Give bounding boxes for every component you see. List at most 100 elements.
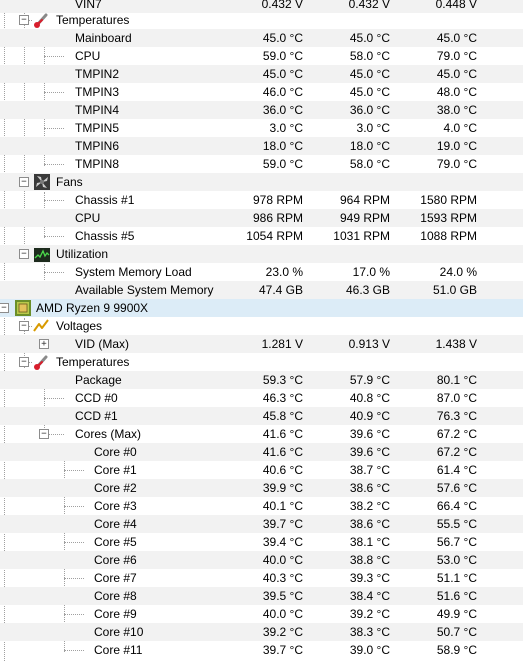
sensor-label: Core #7 bbox=[94, 571, 137, 585]
sensor-label: Package bbox=[75, 373, 122, 387]
sensor-row[interactable]: Core #0 41.6 °C 39.6 °C 67.2 °C bbox=[0, 443, 523, 461]
device-row-cpu[interactable]: − AMD Ryzen 9 9900X bbox=[0, 299, 523, 317]
sensor-max: 66.4 °C bbox=[436, 499, 477, 513]
sensor-max: 1.438 V bbox=[435, 337, 477, 351]
sensor-label: Core #8 bbox=[94, 589, 137, 603]
sensor-row[interactable]: Mainboard 45.0 °C 45.0 °C 45.0 °C bbox=[0, 29, 523, 47]
sensor-max: 24.0 % bbox=[439, 265, 477, 279]
sensor-max: 58.9 °C bbox=[436, 643, 477, 657]
sensor-row[interactable]: Core #11 39.7 °C 39.0 °C 58.9 °C bbox=[0, 641, 523, 659]
sensor-label: VID (Max) bbox=[75, 337, 129, 351]
group-row-temperatures[interactable]: − Temperatures bbox=[0, 11, 523, 29]
sensor-label: Core #10 bbox=[94, 625, 144, 639]
collapse-toggle[interactable]: − bbox=[19, 177, 29, 187]
group-label: Fans bbox=[56, 175, 83, 189]
sensor-row[interactable]: CPU 59.0 °C 58.0 °C 79.0 °C bbox=[0, 47, 523, 65]
sensor-max: 1088 RPM bbox=[420, 229, 477, 243]
thermometer-icon bbox=[34, 13, 48, 28]
group-label: Voltages bbox=[56, 319, 103, 333]
sensor-row[interactable]: Core #2 39.9 °C 38.6 °C 57.6 °C bbox=[0, 479, 523, 497]
sensor-max: 53.0 °C bbox=[436, 553, 477, 567]
cpu-chip-icon bbox=[15, 300, 31, 316]
sensor-label: TMPIN6 bbox=[75, 139, 120, 153]
group-label: Temperatures bbox=[56, 355, 130, 369]
sensor-row[interactable]: Core #1 40.6 °C 38.7 °C 61.4 °C bbox=[0, 461, 523, 479]
sensor-row[interactable]: System Memory Load 23.0 % 17.0 % 24.0 % bbox=[0, 263, 523, 281]
sensor-label: Core #11 bbox=[94, 643, 143, 657]
group-row-temperatures[interactable]: − Temperatures bbox=[0, 353, 523, 371]
sensor-max: 67.2 °C bbox=[436, 427, 477, 441]
sensor-max: 80.1 °C bbox=[436, 373, 477, 387]
sensor-row[interactable]: Available System Memory 47.4 GB 46.3 GB … bbox=[0, 281, 523, 299]
sensor-row[interactable]: Core #9 40.0 °C 39.2 °C 49.9 °C bbox=[0, 605, 523, 623]
sensor-max: 48.0 °C bbox=[436, 85, 477, 99]
sensor-max: 56.7 °C bbox=[436, 535, 477, 549]
sensor-label: Core #3 bbox=[94, 499, 137, 513]
sensor-row[interactable]: TMPIN8 59.0 °C 58.0 °C 79.0 °C bbox=[0, 155, 523, 173]
sensor-max: 1580 RPM bbox=[420, 193, 477, 207]
sensor-row[interactable]: TMPIN3 46.0 °C 45.0 °C 48.0 °C bbox=[0, 83, 523, 101]
group-row-fans[interactable]: − Fans bbox=[0, 173, 523, 191]
sensor-row[interactable]: CCD #0 46.3 °C 40.8 °C 87.0 °C bbox=[0, 389, 523, 407]
group-row-voltages[interactable]: − Voltages bbox=[0, 317, 523, 335]
sensor-label: TMPIN2 bbox=[75, 67, 120, 81]
sensor-max: 45.0 °C bbox=[436, 67, 477, 81]
sensor-max: 55.5 °C bbox=[436, 517, 477, 531]
collapse-toggle[interactable]: − bbox=[19, 249, 29, 259]
sensor-row[interactable]: TMPIN6 18.0 °C 18.0 °C 19.0 °C bbox=[0, 137, 523, 155]
sensor-row[interactable]: Chassis #5 1054 RPM 1031 RPM 1088 RPM bbox=[0, 227, 523, 245]
sensor-label: Mainboard bbox=[75, 31, 132, 45]
sensor-label: Chassis #5 bbox=[75, 229, 135, 243]
sensor-label: Chassis #1 bbox=[75, 193, 135, 207]
sensor-label: CPU bbox=[75, 211, 101, 225]
sensor-max: 4.0 °C bbox=[443, 121, 477, 135]
sensor-max: 51.6 °C bbox=[436, 589, 477, 603]
sensor-row[interactable]: Chassis #1 978 RPM 964 RPM 1580 RPM bbox=[0, 191, 523, 209]
sensor-label: System Memory Load bbox=[75, 265, 192, 279]
sensor-row[interactable]: Core #7 40.3 °C 39.3 °C 51.1 °C bbox=[0, 569, 523, 587]
sensor-row[interactable]: TMPIN4 36.0 °C 36.0 °C 38.0 °C bbox=[0, 101, 523, 119]
sensor-row[interactable]: Core #5 39.4 °C 38.1 °C 56.7 °C bbox=[0, 533, 523, 551]
sensor-row[interactable]: Core #6 40.0 °C 38.8 °C 53.0 °C bbox=[0, 551, 523, 569]
utilization-chart-icon bbox=[34, 248, 50, 262]
sensor-row[interactable]: TMPIN5 3.0 °C 3.0 °C 4.0 °C bbox=[0, 119, 523, 137]
sensor-max: 79.0 °C bbox=[436, 49, 477, 63]
sensor-label: Core #9 bbox=[94, 607, 137, 621]
sensor-label: CPU bbox=[75, 49, 101, 63]
sensor-label: Core #1 bbox=[94, 463, 137, 477]
collapse-toggle[interactable]: − bbox=[0, 303, 9, 313]
sensor-max: 61.4 °C bbox=[436, 463, 477, 477]
collapse-toggle[interactable]: − bbox=[19, 321, 29, 331]
fan-icon bbox=[34, 174, 50, 190]
sensor-row[interactable]: CCD #1 45.8 °C 40.9 °C 76.3 °C bbox=[0, 407, 523, 425]
sensor-row[interactable]: Core #4 39.7 °C 38.6 °C 55.5 °C bbox=[0, 515, 523, 533]
device-label: AMD Ryzen 9 9900X bbox=[36, 301, 149, 315]
sensor-label: TMPIN4 bbox=[75, 103, 120, 117]
thermometer-icon bbox=[34, 355, 48, 370]
collapse-toggle[interactable]: − bbox=[39, 429, 49, 439]
sensor-label: CCD #1 bbox=[75, 409, 118, 423]
sensor-max: 79.0 °C bbox=[436, 157, 477, 171]
sensor-label: Core #0 bbox=[94, 445, 137, 459]
group-label: Temperatures bbox=[56, 13, 130, 27]
sensor-max: 38.0 °C bbox=[436, 103, 477, 117]
collapse-toggle[interactable]: − bbox=[19, 15, 29, 25]
sensor-label: Core #6 bbox=[94, 553, 137, 567]
sensor-row[interactable]: Package 59.3 °C 57.9 °C 80.1 °C bbox=[0, 371, 523, 389]
sensor-row[interactable]: Core #8 39.5 °C 38.4 °C 51.6 °C bbox=[0, 587, 523, 605]
expand-toggle[interactable]: + bbox=[39, 339, 49, 349]
sensor-row[interactable]: − Cores (Max) 41.6 °C 39.6 °C 67.2 °C bbox=[0, 425, 523, 443]
group-row-utilization[interactable]: − Utilization bbox=[0, 245, 523, 263]
sensor-label: Core #4 bbox=[94, 517, 137, 531]
collapse-toggle[interactable]: − bbox=[19, 357, 29, 367]
voltage-icon bbox=[33, 319, 49, 332]
sensor-row[interactable]: CPU 986 RPM 949 RPM 1593 RPM bbox=[0, 209, 523, 227]
sensor-row[interactable]: + VID (Max) 1.281 V 0.913 V 1.438 V bbox=[0, 335, 523, 353]
sensor-max: 51.0 GB bbox=[432, 283, 477, 297]
sensor-row[interactable]: Core #3 40.1 °C 38.2 °C 66.4 °C bbox=[0, 497, 523, 515]
sensor-row[interactable]: TMPIN2 45.0 °C 45.0 °C 45.0 °C bbox=[0, 65, 523, 83]
sensor-max: 51.1 °C bbox=[436, 571, 477, 585]
sensor-max: 67.2 °C bbox=[436, 445, 477, 459]
sensor-row[interactable]: Core #10 39.2 °C 38.3 °C 50.7 °C bbox=[0, 623, 523, 641]
sensor-label: Core #5 bbox=[94, 535, 137, 549]
